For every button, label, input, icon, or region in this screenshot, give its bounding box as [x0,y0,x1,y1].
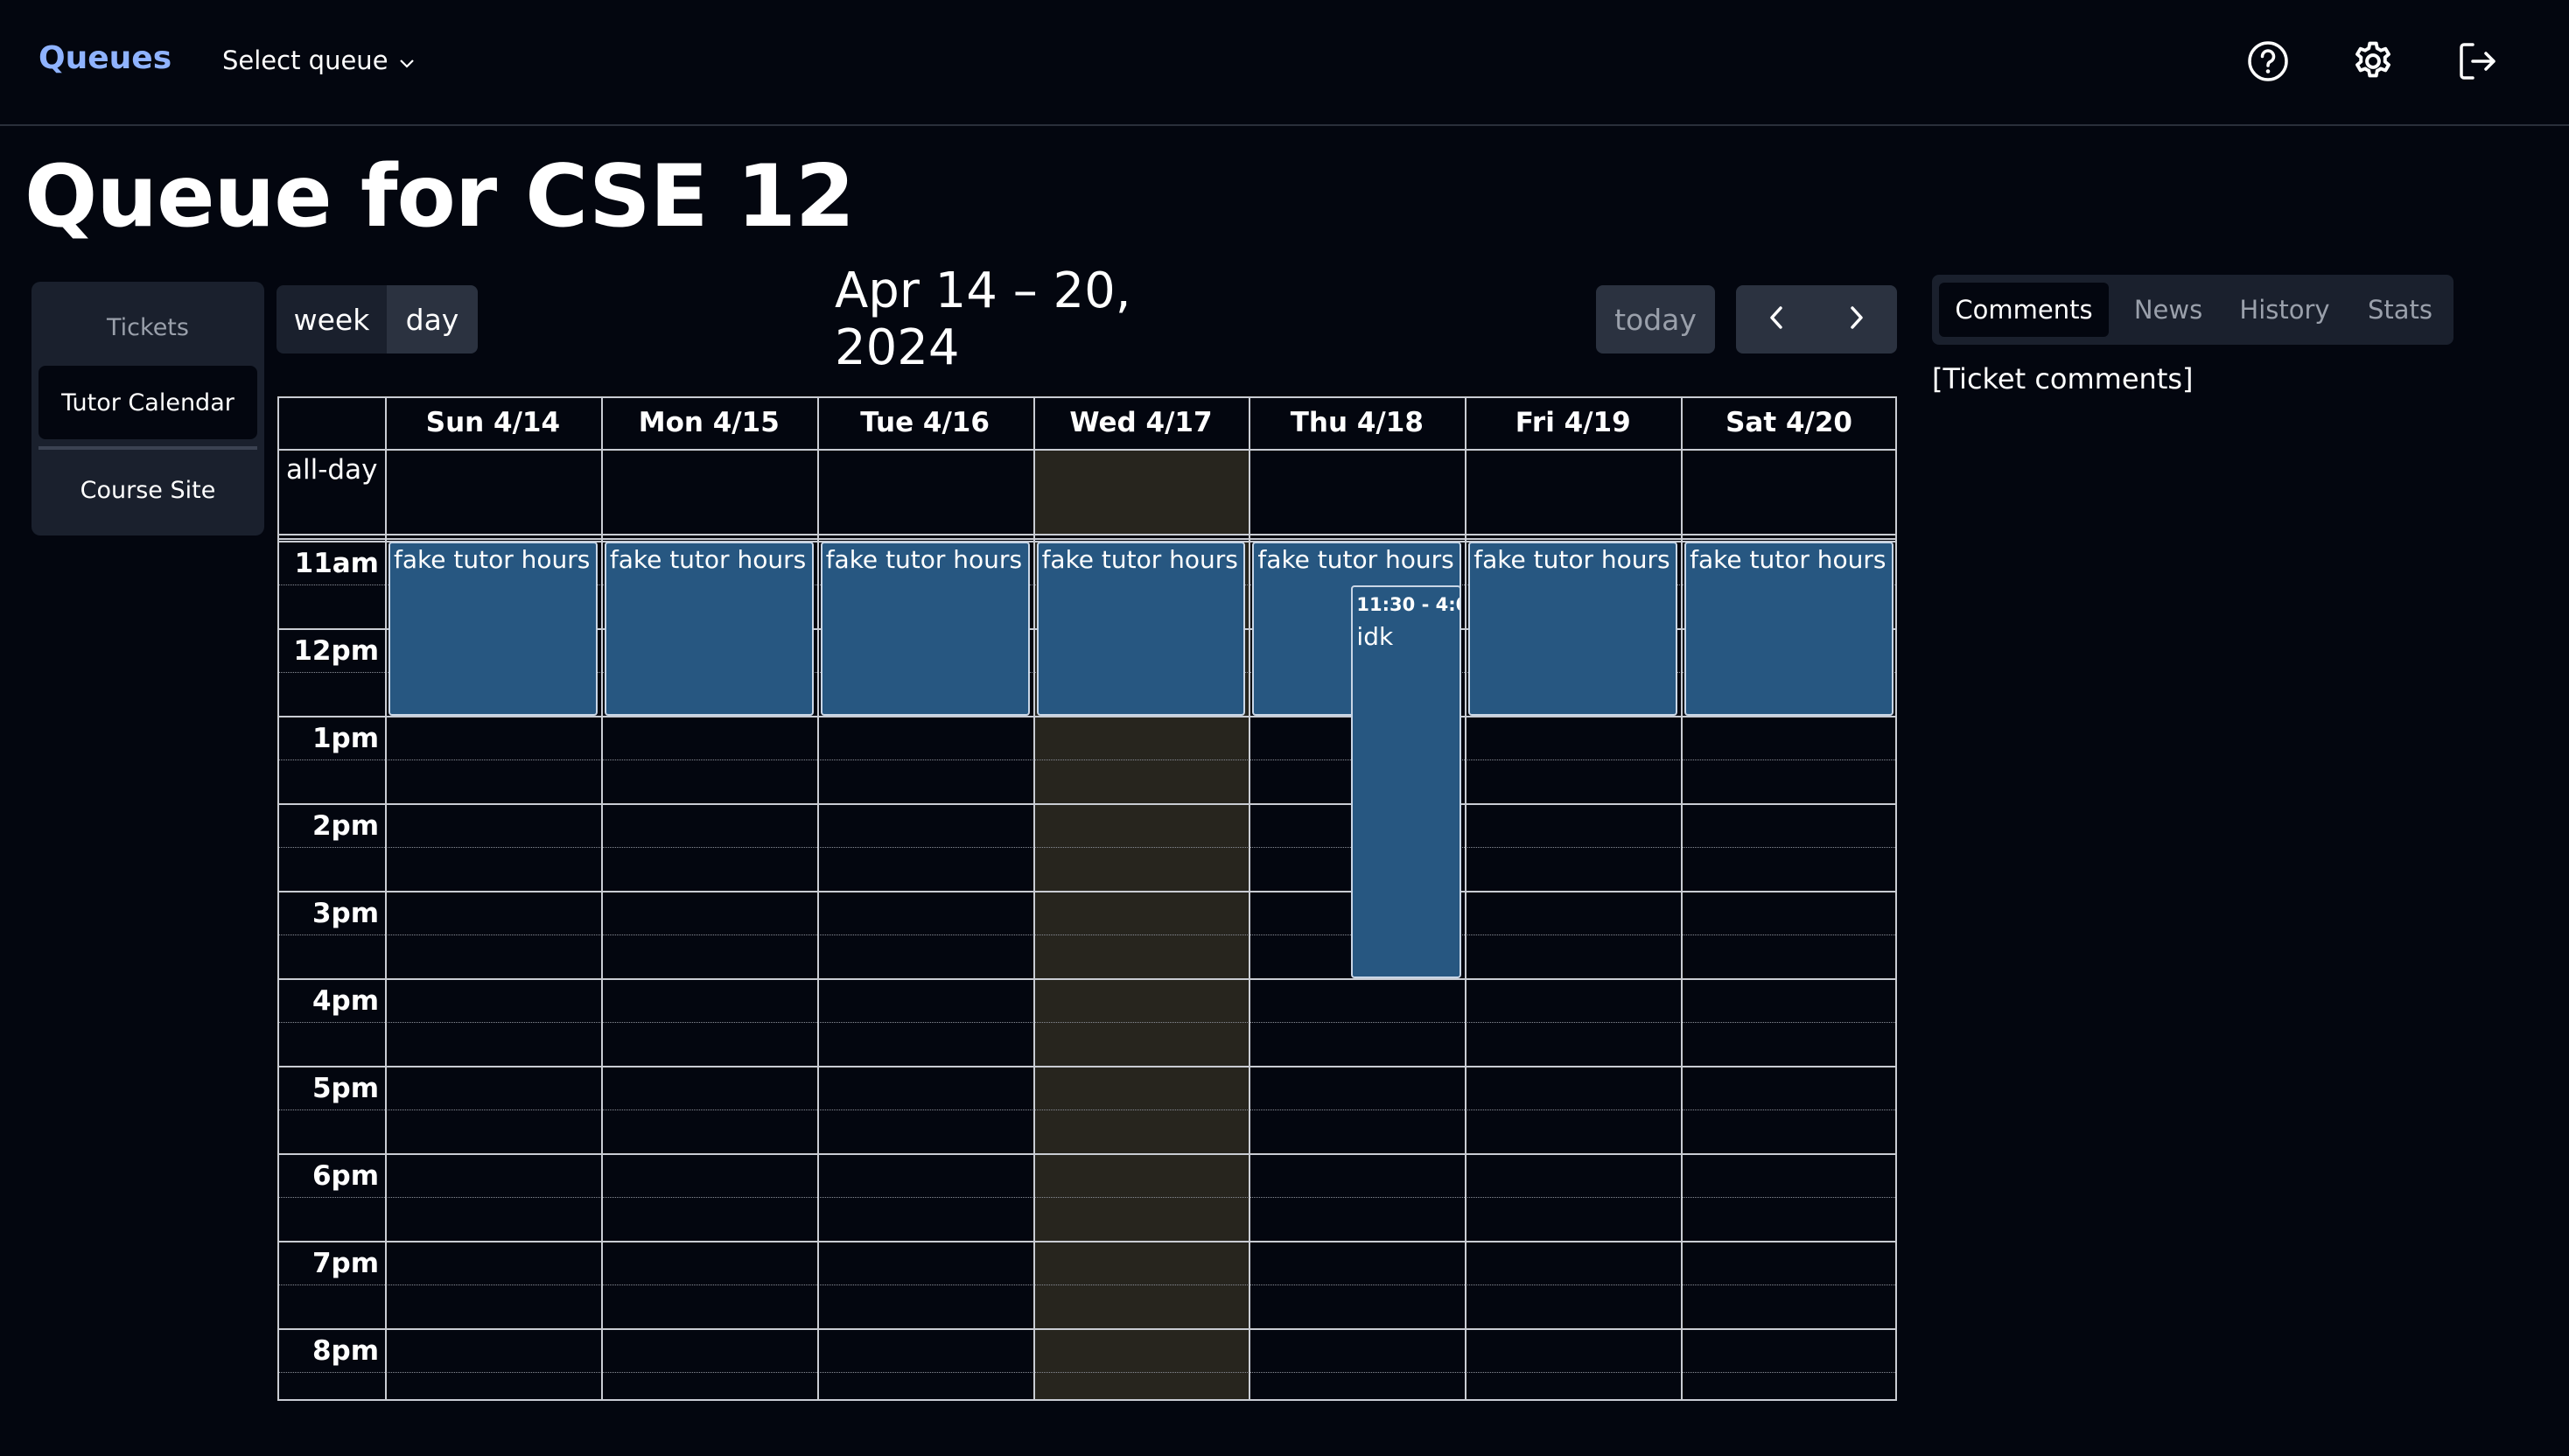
all-day-label: all-day [286,454,378,486]
brand-link[interactable]: Queues [38,40,172,76]
event-title: fake tutor hours [1041,545,1238,574]
sidebar-item-tutor-calendar[interactable]: Tutor Calendar [38,366,257,439]
day-header: Thu 4/18 [1290,407,1424,438]
day-header: Sat 4/20 [1726,407,1852,438]
grid-half-line [277,847,1897,848]
grid-line [277,538,1897,540]
sidebar-divider [38,446,257,450]
calendar-event[interactable]: fake tutor hours [388,542,598,716]
chevron-down-icon [399,46,415,75]
view-toggle: week day [276,285,478,354]
today-column-highlight [1033,449,1250,534]
time-label: 8pm [312,1335,379,1367]
tab-comments[interactable]: Comments [1939,283,2109,337]
grid-line [277,534,1897,536]
event-title: fake tutor hours [609,545,807,574]
grid-half-line [277,1372,1897,1373]
grid-line [277,1153,1897,1155]
sidebar-item-tickets[interactable]: Tickets [38,290,257,364]
time-label: 3pm [312,898,379,929]
select-queue-dropdown[interactable]: Select queue [222,46,415,75]
grid-line [1465,396,1467,1401]
event-title: fake tutor hours [1690,545,1886,574]
prev-button[interactable] [1736,285,1816,354]
event-title: idk [1356,622,1394,651]
time-label: 7pm [312,1248,379,1279]
event-time: 11:30 - 4:0 [1356,594,1462,615]
grid-line [385,396,387,1401]
sidebar-item-course-site[interactable]: Course Site [38,453,257,527]
ticket-comments: [Ticket comments] [1932,362,2194,396]
day-header: Mon 4/15 [638,407,780,438]
grid-line [1249,396,1251,1401]
calendar-event[interactable]: fake tutor hours [1684,542,1894,716]
time-label: 11am [294,548,379,579]
grid-line [277,1328,1897,1330]
tab-stats[interactable]: Stats [2356,283,2445,337]
gear-icon[interactable] [2350,38,2396,84]
time-label: 6pm [312,1160,379,1192]
grid-line [277,1241,1897,1242]
today-button[interactable]: today [1596,285,1715,354]
select-queue-label: Select queue [222,46,388,75]
help-icon[interactable] [2245,38,2291,84]
grid-half-line [277,934,1897,935]
day-header: Sun 4/14 [425,407,561,438]
chevron-left-icon [1767,304,1786,334]
grid-line [816,396,819,1401]
grid-line [277,891,1897,892]
grid-line [277,978,1897,980]
time-label: 2pm [312,810,379,842]
event-title: fake tutor hours [394,545,591,574]
date-range-title: Apr 14 – 20, 2024 [835,262,1131,376]
time-label: 5pm [312,1073,379,1104]
grid-line [600,396,603,1401]
tab-news[interactable]: News [2121,283,2216,337]
grid-half-line [277,1197,1897,1198]
day-view-button[interactable]: day [387,285,478,354]
calendar-event[interactable]: 11:30 - 4:0 idk [1351,585,1462,978]
grid-line [1032,396,1035,1401]
logout-icon[interactable] [2455,38,2501,84]
grid-half-line [277,1022,1897,1023]
calendar-event[interactable]: fake tutor hours [604,542,814,716]
event-title: fake tutor hours [825,545,1023,574]
page-title: Queue for CSE 12 [24,147,855,247]
calendar-event[interactable]: fake tutor hours [1468,542,1678,716]
panel-tabs: Comments News History Stats [1932,275,2454,345]
prev-next-group [1736,285,1897,354]
sidebar: Tickets Tutor Calendar Course Site [32,282,264,536]
calendar-event[interactable]: fake tutor hours [1036,542,1246,716]
time-label: 12pm [293,635,379,667]
week-view-button[interactable]: week [276,285,387,354]
grid-line [277,1066,1897,1068]
grid-line [277,449,1897,451]
time-label: 1pm [312,723,379,754]
grid-line [277,1399,1897,1401]
day-header: Fri 4/19 [1515,407,1631,438]
day-header: Wed 4/17 [1069,407,1213,438]
grid-line [277,716,1897,718]
calendar-grid: all-day Sun 4/14 Mon 4/15 Tue 4/16 Wed 4/17… [277,396,1897,1401]
grid-half-line [277,1284,1897,1285]
calendar-event[interactable]: fake tutor hours [820,542,1030,716]
grid-line [277,803,1897,805]
grid-line [1681,396,1684,1401]
chevron-right-icon [1847,304,1866,334]
time-label: 4pm [312,985,379,1017]
tab-history[interactable]: History [2224,283,2345,337]
top-nav: Queues Select queue [0,0,2569,126]
grid-line [1895,396,1897,1401]
next-button[interactable] [1816,285,1897,354]
event-title: fake tutor hours [1474,545,1670,574]
event-title: fake tutor hours [1257,545,1454,574]
day-header: Tue 4/16 [860,407,990,438]
